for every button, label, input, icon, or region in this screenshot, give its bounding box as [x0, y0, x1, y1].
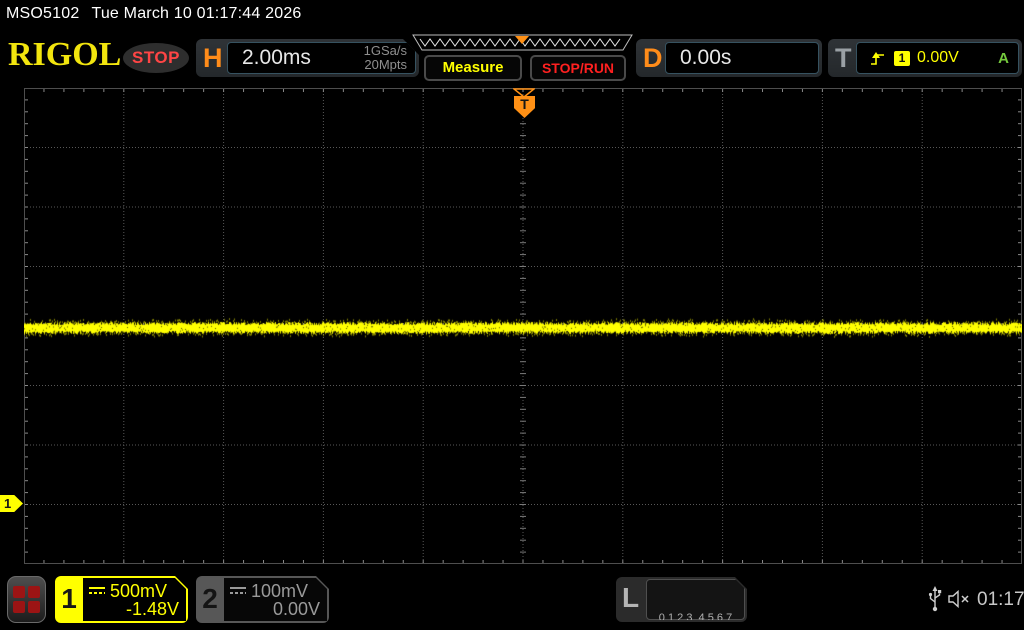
- logic-channel-list: 0 1 2 3 4 5 6 7 8 9 10 11 12 13 14 15: [646, 579, 745, 620]
- trigger-level-value: 0.00V: [917, 49, 959, 66]
- usb-icon: [928, 586, 942, 612]
- logic-channels-badge[interactable]: L 0 1 2 3 4 5 6 7 8 9 10 11 12 13 14 15: [616, 577, 747, 622]
- channel2-offset: 0.00V: [272, 599, 320, 619]
- trigger-source-badge: 1: [894, 50, 910, 66]
- rigol-logo: RIGOL: [8, 36, 122, 73]
- delay-box[interactable]: D 0.00s: [636, 39, 822, 77]
- acquisition-info: 1GSa/s 20Mpts: [364, 44, 415, 72]
- measure-button[interactable]: Measure: [424, 55, 522, 81]
- model-name: MSO5102: [6, 5, 80, 22]
- datetime: Tue March 10 01:17:44 2026: [91, 5, 302, 22]
- oscilloscope-screen: MSO5102 Tue March 10 01:17:44 2026 RIGOL …: [0, 0, 1024, 630]
- trigger-box[interactable]: T 1 0.00V A: [828, 39, 1022, 77]
- trigger-mode: A: [998, 49, 1009, 67]
- timebase-value: 2.00ms: [242, 46, 311, 69]
- menu-grid-icon: [13, 586, 40, 613]
- channel1-trace: [24, 88, 1022, 564]
- dc-coupling-icon: [230, 586, 246, 597]
- logic-row-1: 0 1 2 3 4 5 6 7: [658, 612, 733, 624]
- memory-bar-icon: [412, 34, 633, 51]
- menu-button[interactable]: [7, 576, 46, 623]
- horizontal-label: H: [203, 43, 223, 73]
- memory-depth: 20Mpts: [364, 57, 407, 72]
- horizontal-settings-box[interactable]: H 2.00ms 1GSa/s 20Mpts: [196, 39, 419, 77]
- dc-coupling-icon: [89, 586, 105, 597]
- channel1-ground-marker[interactable]: 1: [0, 495, 23, 512]
- delay-value: 0.00s: [680, 46, 732, 69]
- channel2-number: 2: [202, 583, 218, 614]
- waveform-display[interactable]: T: [24, 88, 1022, 564]
- speaker-muted-icon: [948, 590, 969, 608]
- rising-edge-icon: [871, 51, 884, 65]
- status-bar: MSO5102 Tue March 10 01:17:44 2026: [6, 5, 302, 23]
- waveform-memory-bar[interactable]: [412, 34, 634, 52]
- delay-label: D: [643, 43, 663, 73]
- run-state-badge[interactable]: STOP: [123, 43, 189, 73]
- channel2-badge[interactable]: 2 100mV 0.00V: [196, 576, 329, 623]
- sample-rate: 1GSa/s: [363, 43, 407, 58]
- stop-run-button[interactable]: STOP/RUN: [530, 55, 626, 81]
- channel1-badge[interactable]: 1 500mV -1.48V: [55, 576, 188, 623]
- logic-label: L: [622, 582, 640, 613]
- clock: 01:17: [977, 589, 1024, 610]
- channel1-number: 1: [61, 583, 77, 614]
- trigger-label: T: [835, 43, 852, 73]
- channel1-offset: -1.48V: [125, 599, 179, 619]
